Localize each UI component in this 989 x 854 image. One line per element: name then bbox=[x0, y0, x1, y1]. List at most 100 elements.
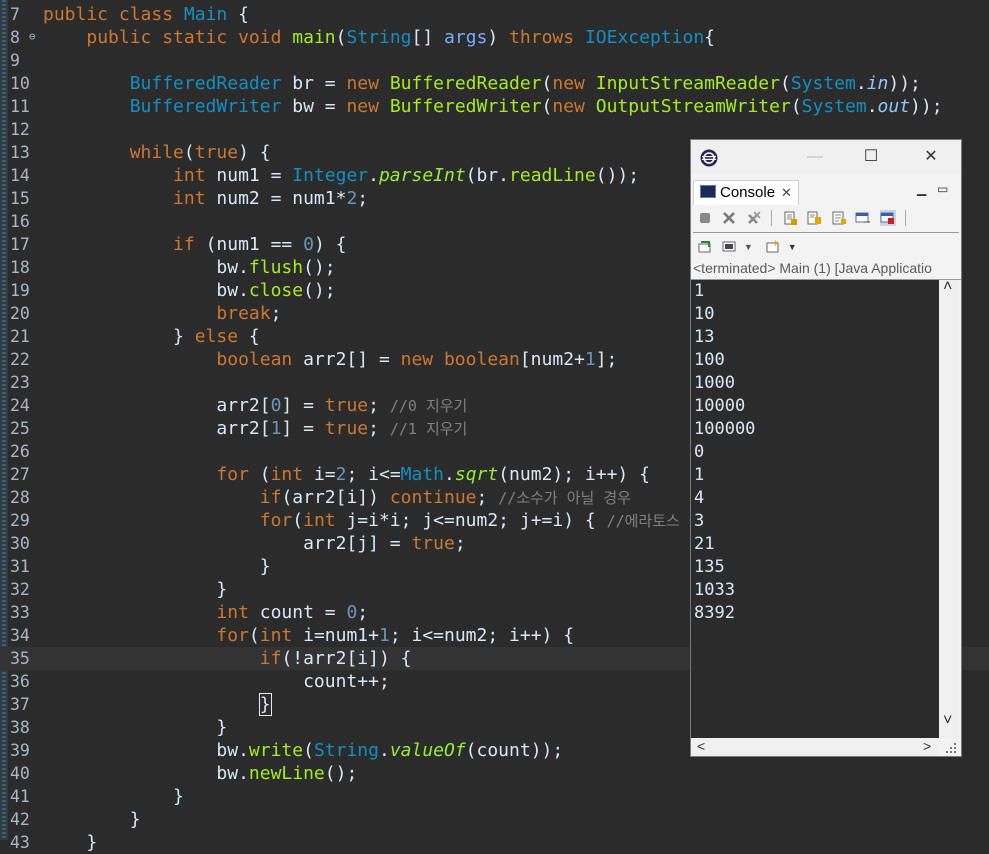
view-minimize-button[interactable]: ▁ bbox=[917, 182, 926, 196]
code-text: public static void main(String[] args) t… bbox=[86, 27, 716, 48]
line-number: 19 bbox=[10, 281, 30, 300]
code-text: for (int i=2; i<=Math.sqrt(num2); i++) { bbox=[216, 464, 650, 485]
toolbar-separator bbox=[771, 210, 773, 226]
minimize-button[interactable]: — bbox=[803, 146, 827, 168]
line-number: 34 bbox=[10, 626, 30, 645]
code-text: bw.write(String.valueOf(count)); bbox=[43, 740, 564, 761]
vertical-scrollbar[interactable]: ˄ ˅ bbox=[939, 278, 959, 738]
display-selected-console-icon[interactable] bbox=[721, 239, 737, 255]
word-wrap-icon[interactable] bbox=[831, 210, 847, 226]
line-number: 30 bbox=[10, 534, 30, 553]
console-output-line: 100000 bbox=[694, 419, 756, 439]
scroll-right-icon[interactable]: > bbox=[923, 738, 931, 754]
code-text: count++; bbox=[43, 671, 390, 692]
code-line[interactable]: 12 bbox=[0, 118, 989, 141]
line-number: 12 bbox=[10, 120, 30, 139]
code-text: BufferedWriter bw = new BufferedWriter(n… bbox=[129, 96, 943, 117]
code-text: bw.newLine(); bbox=[43, 763, 358, 784]
line-number: 7 bbox=[10, 5, 20, 24]
line-number: 17 bbox=[10, 235, 30, 254]
open-console-icon[interactable] bbox=[765, 239, 781, 255]
maximize-button[interactable]: ☐ bbox=[859, 146, 883, 168]
code-text: bw.flush(); bbox=[43, 257, 336, 278]
code-text: int num2 = num1*2; bbox=[173, 188, 369, 209]
remove-launch-icon[interactable] bbox=[721, 210, 737, 226]
console-output[interactable]: 1 10 13 100 1000 10000 100000 0 1 4 3 21 135 1033 8392 bbox=[691, 280, 939, 738]
code-text: BufferedReader br = new BufferedReader(n… bbox=[129, 73, 921, 94]
line-number: 27 bbox=[10, 465, 30, 484]
code-line[interactable]: 41 } bbox=[0, 785, 989, 808]
line-number: 32 bbox=[10, 580, 30, 599]
tab-console[interactable]: Console ✕ bbox=[693, 180, 799, 205]
code-text: } bbox=[43, 717, 228, 738]
pin-console-icon[interactable] bbox=[697, 239, 713, 255]
line-number: 25 bbox=[10, 419, 30, 438]
line-number: 28 bbox=[10, 488, 30, 507]
code-line[interactable]: 40 bw.newLine(); bbox=[0, 762, 989, 785]
code-line[interactable]: 7 public class Main { bbox=[0, 3, 989, 26]
line-number: 42 bbox=[10, 810, 30, 829]
console-output-line: 1000 bbox=[694, 373, 735, 393]
code-text: } bbox=[258, 693, 272, 716]
scroll-left-icon[interactable]: < bbox=[697, 738, 705, 754]
line-number: 18 bbox=[10, 258, 30, 277]
show-on-error-icon[interactable] bbox=[879, 210, 896, 226]
remove-all-terminated-icon[interactable] bbox=[746, 210, 762, 226]
code-text: while(true) { bbox=[129, 142, 271, 163]
console-output-line: 100 bbox=[694, 350, 725, 370]
console-output-line: 21 bbox=[694, 534, 715, 554]
code-text: } bbox=[43, 786, 184, 807]
console-window[interactable]: — ☐ ✕ Console ✕ ▁ ▭ ▼ ▼ <terminated> Main… bbox=[690, 139, 962, 757]
chevron-down-icon[interactable]: ▼ bbox=[788, 242, 797, 252]
scroll-lock-icon[interactable] bbox=[806, 210, 822, 226]
line-number: 21 bbox=[10, 327, 30, 346]
line-number: 37 bbox=[10, 695, 30, 714]
resize-grip-icon[interactable] bbox=[941, 738, 959, 756]
code-text: int count = 0; bbox=[216, 602, 369, 623]
line-number: 33 bbox=[10, 603, 30, 622]
fold-toggle-icon[interactable]: ⊖ bbox=[29, 25, 36, 48]
line-number: 31 bbox=[10, 557, 30, 576]
toolbar-separator bbox=[905, 210, 907, 226]
code-line[interactable]: 9 bbox=[0, 49, 989, 72]
console-output-line: 10000 bbox=[694, 396, 746, 416]
eclipse-app-icon bbox=[700, 149, 718, 167]
scroll-down-icon[interactable]: ˅ bbox=[943, 712, 952, 730]
console-titlebar[interactable]: — ☐ ✕ bbox=[691, 140, 961, 174]
console-output-line: 10 bbox=[694, 304, 715, 324]
code-line[interactable]: 8 ⊖ public static void main(String[] args… bbox=[0, 26, 989, 49]
code-line[interactable]: 42 } bbox=[0, 808, 989, 831]
console-icon bbox=[700, 185, 716, 198]
code-text: for(int i=num1+1; i<=num2; i++) { bbox=[216, 625, 575, 646]
tab-close-icon[interactable]: ✕ bbox=[781, 185, 792, 200]
line-number: 11 bbox=[10, 97, 30, 116]
console-toolbar-row1 bbox=[695, 207, 909, 229]
code-text: if(arr2[i]) continue; //소수가 아닐 경우 bbox=[259, 487, 631, 508]
horizontal-scrollbar[interactable]: < > bbox=[691, 738, 939, 756]
code-line[interactable]: 11 BufferedWriter bw = new BufferedWrite… bbox=[0, 95, 989, 118]
code-line[interactable]: 43 } bbox=[0, 831, 989, 854]
code-text: } else { bbox=[43, 326, 260, 347]
console-output-line: 1 bbox=[694, 281, 705, 301]
line-number: 10 bbox=[10, 74, 30, 93]
line-number: 38 bbox=[10, 718, 30, 737]
show-on-output-icon[interactable] bbox=[855, 210, 871, 226]
code-line[interactable]: 10 BufferedReader br = new BufferedReade… bbox=[0, 72, 989, 95]
console-output-line: 0 bbox=[694, 442, 705, 462]
scroll-up-icon[interactable]: ˄ bbox=[943, 278, 952, 296]
line-number: 16 bbox=[10, 212, 30, 231]
chevron-down-icon[interactable]: ▼ bbox=[744, 242, 753, 252]
view-maximize-button[interactable]: ▭ bbox=[937, 182, 948, 196]
clear-console-icon[interactable] bbox=[782, 210, 798, 226]
line-number: 41 bbox=[10, 787, 30, 806]
code-text: } bbox=[43, 579, 228, 600]
line-number: 20 bbox=[10, 304, 30, 323]
console-output-line: 3 bbox=[694, 511, 705, 531]
line-number: 23 bbox=[10, 373, 30, 392]
code-text: } bbox=[43, 832, 98, 853]
console-output-line: 1 bbox=[694, 465, 705, 485]
terminate-icon[interactable] bbox=[697, 210, 713, 226]
code-text: int num1 = Integer.parseInt(br.readLine(… bbox=[173, 165, 640, 186]
close-window-button[interactable]: ✕ bbox=[919, 146, 943, 168]
console-status: <terminated> Main (1) [Java Applicatio bbox=[693, 260, 932, 276]
